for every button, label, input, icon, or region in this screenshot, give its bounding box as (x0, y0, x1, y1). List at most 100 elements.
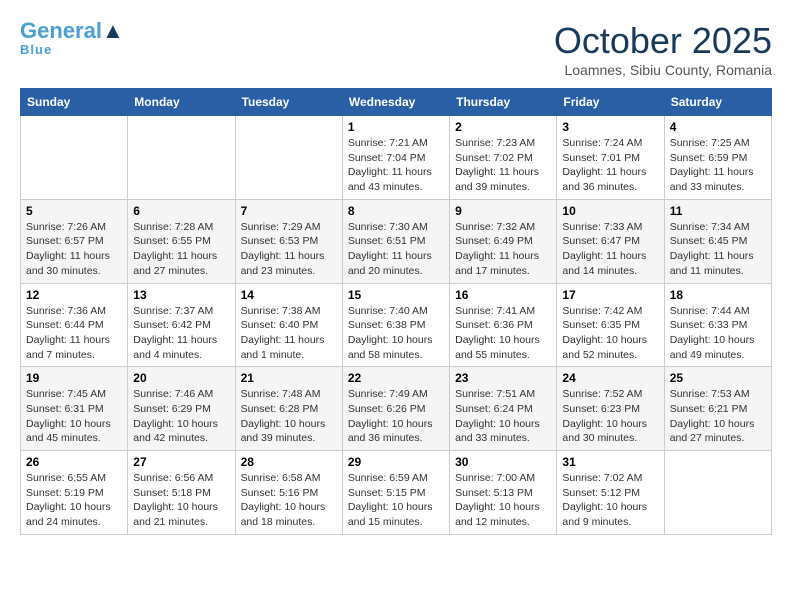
day-number: 24 (562, 371, 658, 385)
calendar-week-row: 26 Sunrise: 6:55 AM Sunset: 5:19 PM Dayli… (21, 451, 772, 535)
day-number: 18 (670, 288, 766, 302)
day-info: Sunrise: 7:34 AM Sunset: 6:45 PM Dayligh… (670, 220, 766, 279)
day-number: 13 (133, 288, 229, 302)
day-number: 9 (455, 204, 551, 218)
day-number: 11 (670, 204, 766, 218)
day-number: 22 (348, 371, 444, 385)
calendar-cell: 19 Sunrise: 7:45 AM Sunset: 6:31 PM Dayli… (21, 367, 128, 451)
calendar-week-row: 12Sunrise: 7:36 AM Sunset: 6:44 PM Dayli… (21, 283, 772, 367)
day-number: 14 (241, 288, 337, 302)
day-number: 8 (348, 204, 444, 218)
day-info: Sunrise: 7:45 AM Sunset: 6:31 PM Dayligh… (26, 387, 122, 446)
day-info: Sunrise: 7:40 AM Sunset: 6:38 PM Dayligh… (348, 304, 444, 363)
calendar-cell: 2 Sunrise: 7:23 AM Sunset: 7:02 PM Daylig… (450, 116, 557, 200)
calendar-cell: 27 Sunrise: 6:56 AM Sunset: 5:18 PM Dayli… (128, 451, 235, 535)
day-number: 16 (455, 288, 551, 302)
calendar-cell: 4Sunrise: 7:25 AM Sunset: 6:59 PM Daylig… (664, 116, 771, 200)
header-monday: Monday (128, 89, 235, 116)
day-info: Sunrise: 7:53 AM Sunset: 6:21 PM Dayligh… (670, 387, 766, 446)
header-sunday: Sunday (21, 89, 128, 116)
calendar-header-row: SundayMondayTuesdayWednesdayThursdayFrid… (21, 89, 772, 116)
day-info: Sunrise: 7:44 AM Sunset: 6:33 PM Dayligh… (670, 304, 766, 363)
day-info: Sunrise: 7:21 AM Sunset: 7:04 PM Dayligh… (348, 136, 444, 195)
day-info: Sunrise: 7:33 AM Sunset: 6:47 PM Dayligh… (562, 220, 658, 279)
day-info: Sunrise: 7:32 AM Sunset: 6:49 PM Dayligh… (455, 220, 551, 279)
logo-general: General (20, 18, 102, 43)
calendar-cell: 10 Sunrise: 7:33 AM Sunset: 6:47 PM Dayli… (557, 199, 664, 283)
day-info: Sunrise: 6:59 AM Sunset: 5:15 PM Dayligh… (348, 471, 444, 530)
logo-blue: Blue (20, 42, 52, 57)
day-number: 30 (455, 455, 551, 469)
calendar-cell: 7Sunrise: 7:29 AM Sunset: 6:53 PM Daylig… (235, 199, 342, 283)
calendar-cell: 25 Sunrise: 7:53 AM Sunset: 6:21 PM Dayli… (664, 367, 771, 451)
day-info: Sunrise: 7:41 AM Sunset: 6:36 PM Dayligh… (455, 304, 551, 363)
calendar-cell: 26 Sunrise: 6:55 AM Sunset: 5:19 PM Dayli… (21, 451, 128, 535)
day-number: 20 (133, 371, 229, 385)
calendar-table: SundayMondayTuesdayWednesdayThursdayFrid… (20, 88, 772, 535)
calendar-cell (664, 451, 771, 535)
calendar-cell (128, 116, 235, 200)
day-number: 31 (562, 455, 658, 469)
calendar-cell: 17Sunrise: 7:42 AM Sunset: 6:35 PM Dayli… (557, 283, 664, 367)
logo-text: General▲ (20, 20, 124, 42)
header-friday: Friday (557, 89, 664, 116)
calendar-cell (21, 116, 128, 200)
day-info: Sunrise: 7:00 AM Sunset: 5:13 PM Dayligh… (455, 471, 551, 530)
day-number: 25 (670, 371, 766, 385)
calendar-cell: 28 Sunrise: 6:58 AM Sunset: 5:16 PM Dayli… (235, 451, 342, 535)
day-info: Sunrise: 7:23 AM Sunset: 7:02 PM Dayligh… (455, 136, 551, 195)
calendar-cell: 23 Sunrise: 7:51 AM Sunset: 6:24 PM Dayli… (450, 367, 557, 451)
day-number: 5 (26, 204, 122, 218)
calendar-cell: 24 Sunrise: 7:52 AM Sunset: 6:23 PM Dayli… (557, 367, 664, 451)
day-info: Sunrise: 6:56 AM Sunset: 5:18 PM Dayligh… (133, 471, 229, 530)
calendar-cell: 9 Sunrise: 7:32 AM Sunset: 6:49 PM Daylig… (450, 199, 557, 283)
day-info: Sunrise: 7:52 AM Sunset: 6:23 PM Dayligh… (562, 387, 658, 446)
day-number: 21 (241, 371, 337, 385)
day-number: 4 (670, 120, 766, 134)
day-number: 26 (26, 455, 122, 469)
day-number: 3 (562, 120, 658, 134)
calendar-cell: 30 Sunrise: 7:00 AM Sunset: 5:13 PM Dayli… (450, 451, 557, 535)
calendar-cell: 31 Sunrise: 7:02 AM Sunset: 5:12 PM Dayli… (557, 451, 664, 535)
day-number: 7 (241, 204, 337, 218)
day-info: Sunrise: 7:30 AM Sunset: 6:51 PM Dayligh… (348, 220, 444, 279)
day-number: 6 (133, 204, 229, 218)
calendar-cell: 13Sunrise: 7:37 AM Sunset: 6:42 PM Dayli… (128, 283, 235, 367)
header-thursday: Thursday (450, 89, 557, 116)
calendar-cell: 5Sunrise: 7:26 AM Sunset: 6:57 PM Daylig… (21, 199, 128, 283)
day-info: Sunrise: 6:58 AM Sunset: 5:16 PM Dayligh… (241, 471, 337, 530)
day-info: Sunrise: 7:46 AM Sunset: 6:29 PM Dayligh… (133, 387, 229, 446)
calendar-cell: 11 Sunrise: 7:34 AM Sunset: 6:45 PM Dayli… (664, 199, 771, 283)
calendar-cell: 18 Sunrise: 7:44 AM Sunset: 6:33 PM Dayli… (664, 283, 771, 367)
day-number: 2 (455, 120, 551, 134)
day-info: Sunrise: 7:02 AM Sunset: 5:12 PM Dayligh… (562, 471, 658, 530)
day-number: 28 (241, 455, 337, 469)
day-number: 10 (562, 204, 658, 218)
day-info: Sunrise: 7:48 AM Sunset: 6:28 PM Dayligh… (241, 387, 337, 446)
calendar-week-row: 1 Sunrise: 7:21 AM Sunset: 7:04 PM Daylig… (21, 116, 772, 200)
day-number: 23 (455, 371, 551, 385)
day-number: 19 (26, 371, 122, 385)
calendar-cell: 15Sunrise: 7:40 AM Sunset: 6:38 PM Dayli… (342, 283, 449, 367)
day-info: Sunrise: 7:38 AM Sunset: 6:40 PM Dayligh… (241, 304, 337, 363)
calendar-cell: 22Sunrise: 7:49 AM Sunset: 6:26 PM Dayli… (342, 367, 449, 451)
calendar-cell: 29 Sunrise: 6:59 AM Sunset: 5:15 PM Dayli… (342, 451, 449, 535)
day-info: Sunrise: 6:55 AM Sunset: 5:19 PM Dayligh… (26, 471, 122, 530)
calendar-cell: 20 Sunrise: 7:46 AM Sunset: 6:29 PM Dayli… (128, 367, 235, 451)
logo: General▲ Blue (20, 20, 124, 57)
calendar-cell: 12Sunrise: 7:36 AM Sunset: 6:44 PM Dayli… (21, 283, 128, 367)
location: Loamnes, Sibiu County, Romania (554, 62, 772, 78)
header-wednesday: Wednesday (342, 89, 449, 116)
day-info: Sunrise: 7:36 AM Sunset: 6:44 PM Dayligh… (26, 304, 122, 363)
calendar-week-row: 19 Sunrise: 7:45 AM Sunset: 6:31 PM Dayli… (21, 367, 772, 451)
day-number: 1 (348, 120, 444, 134)
month-title: October 2025 (554, 20, 772, 62)
page-header: General▲ Blue October 2025 Loamnes, Sibi… (20, 20, 772, 78)
calendar-cell: 1 Sunrise: 7:21 AM Sunset: 7:04 PM Daylig… (342, 116, 449, 200)
calendar-cell (235, 116, 342, 200)
day-info: Sunrise: 7:51 AM Sunset: 6:24 PM Dayligh… (455, 387, 551, 446)
day-number: 29 (348, 455, 444, 469)
day-number: 27 (133, 455, 229, 469)
header-saturday: Saturday (664, 89, 771, 116)
calendar-cell: 16 Sunrise: 7:41 AM Sunset: 6:36 PM Dayli… (450, 283, 557, 367)
